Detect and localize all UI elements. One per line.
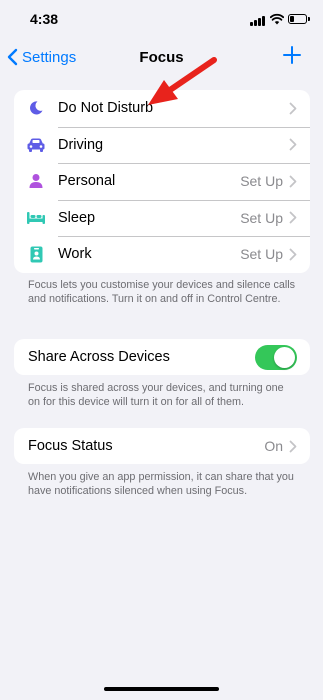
- bed-icon: [14, 200, 58, 236]
- status-time: 4:38: [30, 11, 59, 27]
- focus-row-driving[interactable]: Driving: [14, 126, 310, 164]
- focus-status-label: Focus Status: [28, 438, 113, 454]
- chevron-right-icon: [289, 248, 297, 261]
- focus-status-group: Focus Status On: [14, 428, 310, 464]
- share-footer-text: Focus is shared across your devices, and…: [28, 382, 284, 408]
- focus-row-label: Driving: [58, 136, 104, 153]
- focus-row-label: Sleep: [58, 209, 96, 226]
- chevron-right-icon: [289, 440, 297, 452]
- chevron-right-icon: [289, 175, 297, 188]
- focus-status-value: On: [264, 438, 283, 454]
- chevron-right-icon: [289, 211, 297, 224]
- focus-modes-list: Do Not Disturb Driving Personal Set Up S…: [14, 90, 310, 273]
- wifi-icon: [270, 13, 284, 25]
- plus-icon[interactable]: [283, 46, 301, 64]
- toggle-knob: [274, 346, 295, 368]
- focus-row-value: Set Up: [240, 246, 283, 263]
- status-bar: 4:38: [0, 0, 323, 40]
- focus-row-value: Set Up: [240, 209, 283, 226]
- share-across-devices-row: Share Across Devices: [14, 339, 310, 375]
- nav-bar: Settings Focus: [0, 40, 323, 76]
- moon-icon: [14, 90, 58, 126]
- share-across-devices-toggle[interactable]: [255, 344, 297, 370]
- focus-row-personal[interactable]: Personal Set Up: [14, 163, 310, 200]
- share-across-devices-group: Share Across Devices: [14, 339, 310, 375]
- battery-icon: [288, 14, 310, 24]
- focus-row-label: Personal: [58, 173, 116, 190]
- focus-row-label: Work: [58, 246, 92, 263]
- chevron-right-icon: [289, 102, 297, 115]
- focus-row-label: Do Not Disturb: [58, 100, 154, 117]
- badge-icon: [14, 236, 58, 272]
- focus-row-value: Set Up: [240, 173, 283, 190]
- person-icon: [14, 163, 58, 199]
- page-title: Focus: [139, 49, 184, 66]
- focus-row-do-not-disturb[interactable]: Do Not Disturb: [14, 90, 310, 127]
- chevron-right-icon: [289, 138, 297, 151]
- signal-icon: [250, 15, 266, 26]
- car-icon: [14, 127, 58, 163]
- focus-row-sleep[interactable]: Sleep Set Up: [14, 199, 310, 237]
- focus-status-footer-text: When you give an app permission, it can …: [28, 471, 294, 497]
- focus-status-row[interactable]: Focus Status On: [14, 428, 310, 464]
- focus-footer-text: Focus lets you customise your devices an…: [28, 279, 296, 305]
- share-across-devices-label: Share Across Devices: [28, 349, 170, 365]
- focus-row-work[interactable]: Work Set Up: [14, 236, 310, 273]
- home-indicator[interactable]: [104, 687, 219, 691]
